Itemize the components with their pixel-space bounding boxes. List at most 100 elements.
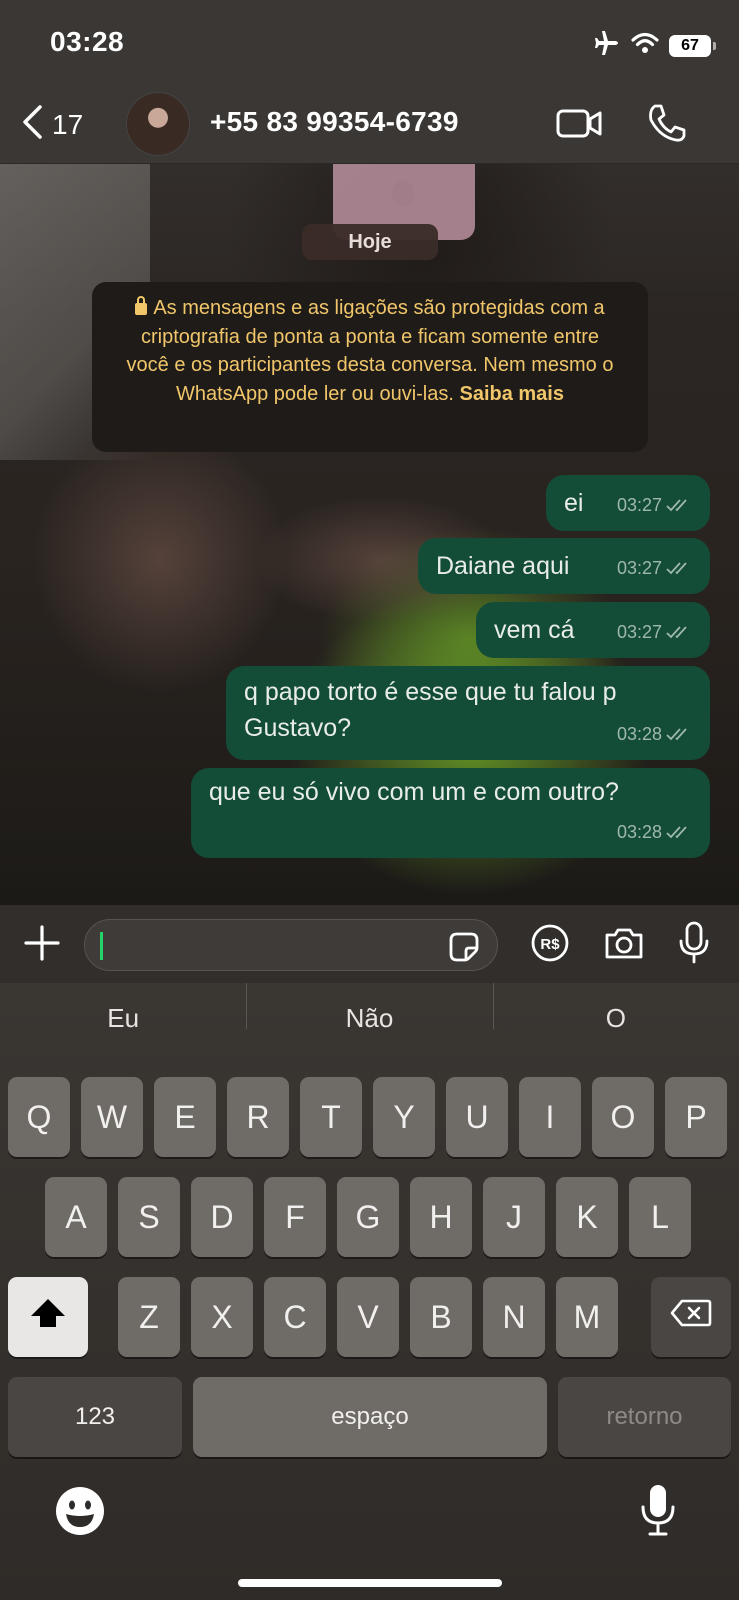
suggestion-item[interactable]: Eu xyxy=(0,1003,246,1034)
key[interactable]: G xyxy=(337,1177,399,1257)
message-time: 03:28 xyxy=(616,724,662,744)
double-check-icon xyxy=(666,728,687,741)
shift-key[interactable] xyxy=(8,1277,88,1357)
voice-call-button[interactable] xyxy=(646,102,686,149)
voice-message-button[interactable] xyxy=(678,921,710,970)
pix-icon: R$ xyxy=(530,924,570,967)
message-text: ei xyxy=(564,489,584,517)
return-key[interactable]: retorno xyxy=(558,1377,731,1457)
double-check-icon xyxy=(666,562,687,575)
key[interactable]: K xyxy=(556,1177,618,1257)
wallpaper-detail xyxy=(392,180,414,206)
message-bubble[interactable]: que eu só vivo com um e com outro? 03:28 xyxy=(191,768,710,858)
key[interactable]: T xyxy=(300,1077,362,1157)
microphone-icon xyxy=(678,921,710,969)
message-input-bar: R$ xyxy=(0,905,739,983)
numbers-key[interactable]: 123 xyxy=(8,1377,182,1457)
message-text: vem cá xyxy=(494,616,575,644)
learn-more-link[interactable]: Saiba mais xyxy=(459,383,564,405)
payment-button[interactable]: R$ xyxy=(530,923,570,968)
unread-count: 17 xyxy=(52,108,84,140)
message-meta: 03:27 xyxy=(617,487,692,523)
key[interactable]: S xyxy=(118,1177,180,1257)
delete-key[interactable] xyxy=(651,1277,731,1357)
suggestion-item[interactable]: O xyxy=(492,982,739,1034)
key[interactable]: V xyxy=(337,1277,399,1357)
key[interactable]: Y xyxy=(373,1077,435,1157)
chat-header: 17 +55 83 99354-6739 xyxy=(0,86,739,164)
home-indicator[interactable] xyxy=(238,1579,502,1587)
message-meta: 03:28 xyxy=(617,716,692,752)
backspace-icon xyxy=(670,1298,712,1336)
key[interactable]: N xyxy=(483,1277,545,1357)
lock-icon xyxy=(135,296,148,315)
emoji-icon xyxy=(54,1487,106,1541)
key[interactable]: B xyxy=(410,1277,472,1357)
plus-icon xyxy=(22,925,62,967)
key[interactable]: O xyxy=(592,1077,654,1157)
contact-name[interactable]: +55 83 99354-6739 xyxy=(210,106,459,138)
date-chip: Hoje xyxy=(302,224,438,260)
key[interactable]: E xyxy=(154,1077,216,1157)
key[interactable]: U xyxy=(446,1077,508,1157)
key[interactable]: Z xyxy=(118,1277,180,1357)
key[interactable]: R xyxy=(227,1077,289,1157)
key[interactable]: D xyxy=(191,1177,253,1257)
text-caret xyxy=(100,932,103,960)
key[interactable]: C xyxy=(264,1277,326,1357)
suggestion-item[interactable]: Não xyxy=(246,982,492,1034)
message-time: 03:27 xyxy=(616,495,662,515)
key[interactable]: P xyxy=(665,1077,727,1157)
key[interactable]: I xyxy=(519,1077,581,1157)
microphone-icon xyxy=(640,1485,676,1541)
message-input[interactable] xyxy=(84,919,498,971)
camera-icon xyxy=(603,928,645,965)
key[interactable]: A xyxy=(45,1177,107,1257)
video-call-icon xyxy=(556,109,604,146)
message-meta: 03:28 xyxy=(617,814,692,850)
emoji-keyboard-button[interactable] xyxy=(54,1485,106,1542)
keyboard: Eu Não O Q W E R T Y U I O P A S D F G H… xyxy=(0,982,739,1600)
attach-button[interactable] xyxy=(22,923,62,968)
message-bubble[interactable]: Daiane aqui 03:27 xyxy=(418,538,710,594)
message-bubble[interactable]: q papo torto é esse que tu falou p Gusta… xyxy=(226,666,710,760)
double-check-icon xyxy=(666,826,687,839)
whatsapp-chat-screen: 03:28 67 17 +55 83 99354-6739 Hoje As me… xyxy=(0,0,739,1600)
space-key[interactable]: espaço xyxy=(193,1377,547,1457)
message-bubble[interactable]: ei 03:27 xyxy=(546,475,710,531)
back-button[interactable]: 17 xyxy=(20,104,83,145)
key[interactable]: X xyxy=(191,1277,253,1357)
svg-text:R$: R$ xyxy=(540,936,560,953)
wifi-icon xyxy=(631,32,659,59)
video-call-button[interactable] xyxy=(556,106,604,147)
message-meta: 03:27 xyxy=(617,614,692,650)
chevron-left-icon xyxy=(20,104,44,145)
double-check-icon xyxy=(666,499,687,512)
message-text: q papo torto é esse que tu falou p Gusta… xyxy=(244,678,617,742)
sticker-icon[interactable] xyxy=(447,930,481,969)
status-icons: 67 xyxy=(593,30,716,61)
camera-button[interactable] xyxy=(603,925,645,966)
avatar[interactable] xyxy=(126,92,190,156)
message-meta: 03:27 xyxy=(617,550,692,586)
key[interactable]: Q xyxy=(8,1077,70,1157)
dictation-button[interactable] xyxy=(640,1483,676,1542)
key[interactable]: W xyxy=(81,1077,143,1157)
message-text: que eu só vivo com um e com outro? xyxy=(209,778,619,806)
message-time: 03:28 xyxy=(616,822,662,842)
airplane-icon xyxy=(593,30,621,61)
battery-icon: 67 xyxy=(669,34,716,57)
key[interactable]: L xyxy=(629,1177,691,1257)
status-bar: 03:28 67 xyxy=(0,0,739,86)
key[interactable]: J xyxy=(483,1177,545,1257)
message-time: 03:27 xyxy=(616,558,662,578)
message-time: 03:27 xyxy=(616,622,662,642)
encryption-notice[interactable]: As mensagens e as ligações são protegida… xyxy=(92,282,648,452)
key[interactable]: M xyxy=(556,1277,618,1357)
double-check-icon xyxy=(666,626,687,639)
shift-icon xyxy=(28,1296,68,1338)
key[interactable]: H xyxy=(410,1177,472,1257)
status-time: 03:28 xyxy=(50,26,125,57)
message-bubble[interactable]: vem cá 03:27 xyxy=(476,602,710,658)
key[interactable]: F xyxy=(264,1177,326,1257)
